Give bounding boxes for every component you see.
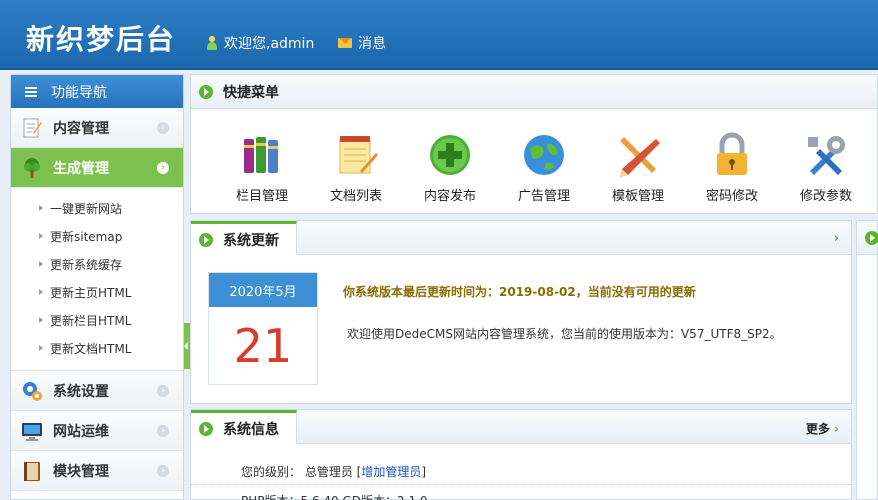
- play-circle-icon: [199, 232, 213, 247]
- more-link[interactable]: 更多 ›: [806, 420, 839, 437]
- tree-icon: [24, 157, 40, 178]
- quick-item-label: 内容发布: [423, 189, 476, 204]
- sidebar-item-label: 模块管理: [53, 463, 109, 480]
- quick-item-columns[interactable]: 栏目管理: [215, 131, 309, 204]
- quick-item-label: 文档列表: [329, 189, 382, 204]
- play-circle-icon: [865, 231, 878, 245]
- right-panel-header: [857, 221, 878, 255]
- system-update-title: 系统更新: [223, 232, 279, 249]
- submenu-item[interactable]: 更新主页HTML: [11, 278, 183, 306]
- site-logo[interactable]: 新织梦后台: [26, 18, 176, 58]
- sidebar-item-label: 内容管理: [53, 120, 109, 137]
- chevron-right-icon: ›: [157, 425, 169, 437]
- version-info-text: 欢迎使用DedeCMS网站内容管理系统，您当前的使用版本为：V57_UTF8_S…: [347, 327, 782, 341]
- submenu-item[interactable]: 更新sitemap: [11, 222, 183, 250]
- submenu-item[interactable]: 更新文档HTML: [11, 334, 183, 362]
- quick-item-label: 修改参数: [799, 189, 852, 204]
- play-circle-icon: [199, 421, 213, 436]
- quick-item-label: 模板管理: [611, 189, 664, 204]
- system-update-panel: 系统更新 › 2020年5月 21 你系统版本最后更新时间为：2019-08-0…: [190, 220, 852, 404]
- quick-menu-title: 快捷菜单: [223, 84, 279, 101]
- calendar-widget: 2020年5月 21: [208, 272, 318, 385]
- system-info-panel: 系统信息 更多 › 您的级别： 总管理员 [增加管理员] PHP版本：5.6.4…: [190, 409, 852, 500]
- user-icon: [206, 36, 218, 50]
- submenu-item[interactable]: 更新栏目HTML: [11, 306, 183, 334]
- chevron-right-icon: ›: [157, 385, 169, 397]
- sidebar-item-settings[interactable]: 系统设置 ›: [11, 371, 183, 411]
- books-icon: [244, 137, 278, 173]
- sidebar-item-modules[interactable]: 模块管理 ›: [11, 451, 183, 491]
- tools-icon: [808, 136, 845, 175]
- quick-item-password[interactable]: 密码修改: [685, 131, 779, 204]
- tab-system-info[interactable]: 系统信息: [191, 410, 297, 444]
- calendar-day: 21: [233, 319, 293, 373]
- submenu-item[interactable]: 一键更新网站: [11, 194, 183, 222]
- envelope-icon: [338, 38, 352, 48]
- quick-menu-items: 栏目管理 文档列表 内容发布 广告管理 模板管理 密码修改 修改参数: [191, 109, 877, 204]
- monitor-icon: [22, 422, 42, 441]
- messages-text: 消息: [358, 36, 386, 52]
- add-admin-link[interactable]: 增加管理员: [361, 465, 421, 479]
- sidebar-header: 功能导航: [11, 75, 183, 108]
- tab-system-update[interactable]: 系统更新: [191, 221, 297, 255]
- add-icon: [430, 135, 470, 175]
- submenu-item[interactable]: 更新系统缓存: [11, 250, 183, 278]
- chevron-right-icon: ›: [157, 162, 169, 174]
- right-side-panel: [856, 220, 878, 500]
- sidebar-title: 功能导航: [51, 84, 107, 101]
- quick-item-label: 密码修改: [705, 189, 758, 204]
- quick-item-templates[interactable]: 模板管理: [591, 131, 685, 204]
- globe-icon: [524, 135, 564, 175]
- welcome-user[interactable]: 欢迎您,admin: [206, 33, 314, 53]
- admin-level-value: 总管理员: [304, 465, 353, 479]
- sidebar: 功能导航 内容管理 › 生成管理 › 一键更新网站 更新sitemap 更新系统…: [10, 74, 184, 500]
- admin-level-label: 您的级别：: [241, 465, 302, 479]
- php-version-row: PHP版本：5.6.40 GD版本：2.1.0: [241, 492, 428, 500]
- sidebar-item-label: 网站运维: [53, 423, 109, 440]
- sidebar-item-label: 系统设置: [53, 383, 109, 400]
- admin-level-row: 您的级别： 总管理员 [增加管理员]: [241, 465, 427, 479]
- sidebar-item-label: 生成管理: [53, 160, 109, 177]
- welcome-text: 欢迎您,admin: [224, 36, 315, 52]
- lock-icon: [717, 132, 747, 175]
- quick-item-params[interactable]: 修改参数: [779, 131, 873, 204]
- divider: [191, 484, 851, 485]
- header: 新织梦后台 欢迎您,admin 消息: [0, 0, 878, 70]
- quick-menu-panel: 快捷菜单 栏目管理 文档列表 内容发布 广告管理 模板管理 密码修改 修改参数: [190, 74, 878, 214]
- chevron-right-icon[interactable]: ›: [834, 231, 839, 245]
- sidebar-item-ops[interactable]: 网站运维 ›: [11, 411, 183, 451]
- quick-item-ads[interactable]: 广告管理: [497, 131, 591, 204]
- edit-icon: [23, 118, 42, 137]
- ruler-pencil-icon: [620, 137, 660, 177]
- system-info-title: 系统信息: [223, 421, 279, 438]
- messages-link[interactable]: 消息: [338, 33, 386, 53]
- chevron-right-icon: ›: [157, 465, 169, 477]
- sidebar-item-generate[interactable]: 生成管理 ›: [11, 148, 183, 188]
- generate-submenu: 一键更新网站 更新sitemap 更新系统缓存 更新主页HTML 更新栏目HTM…: [11, 188, 183, 371]
- notepad-icon: [339, 136, 378, 174]
- quick-menu-header: 快捷菜单: [191, 75, 877, 109]
- quick-item-label: 栏目管理: [235, 189, 288, 204]
- chevron-right-icon: ›: [157, 122, 169, 134]
- quick-item-label: 广告管理: [517, 189, 570, 204]
- system-update-header: 系统更新 ›: [191, 221, 851, 255]
- list-icon: [25, 86, 37, 97]
- calendar-month: 2020年5月: [209, 273, 317, 307]
- book-icon: [24, 461, 40, 481]
- sidebar-item-content[interactable]: 内容管理 ›: [11, 108, 183, 148]
- quick-item-publish[interactable]: 内容发布: [403, 131, 497, 204]
- update-status-text: 你系统版本最后更新时间为：2019-08-02，当前没有可用的更新: [343, 285, 696, 299]
- settings-icon: [23, 381, 42, 401]
- play-circle-icon: [199, 84, 213, 99]
- quick-item-doclist[interactable]: 文档列表: [309, 131, 403, 204]
- system-info-header: 系统信息 更多 ›: [191, 410, 851, 444]
